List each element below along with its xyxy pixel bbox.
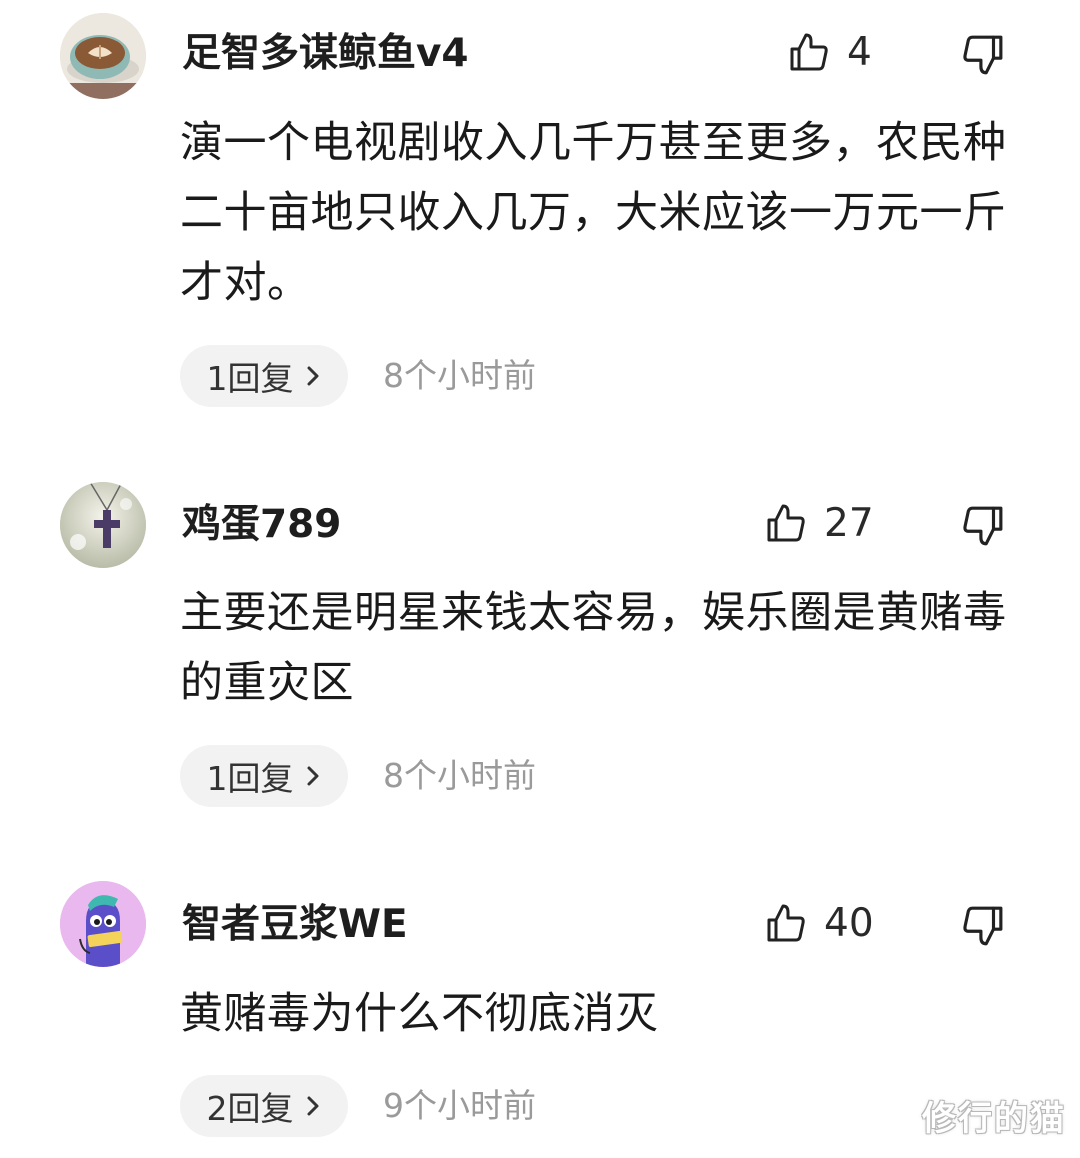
reply-count: 2回复 (206, 1089, 294, 1128)
dislike-button[interactable] (962, 34, 1004, 80)
cartoon-character-icon (60, 881, 146, 967)
chevron-right-icon (307, 366, 318, 386)
username[interactable]: 智者豆浆WE (182, 905, 408, 944)
avatar[interactable] (60, 881, 146, 967)
reply-button[interactable]: 1回复 (180, 745, 348, 807)
username[interactable]: 足智多谋鲸鱼v4 (182, 34, 469, 73)
like-button[interactable]: 27 (766, 503, 874, 543)
thumbs-up-icon (790, 33, 828, 71)
like-count: 4 (847, 29, 872, 75)
chevron-right-icon (307, 1096, 318, 1116)
like-count: 40 (824, 900, 874, 946)
timestamp: 9个小时前 (383, 1086, 536, 1125)
thumbs-down-icon (963, 506, 1003, 546)
avatar[interactable] (60, 13, 146, 99)
reply-button[interactable]: 1回复 (180, 345, 348, 407)
comment-text: 演一个电视剧收入几千万甚至更多，农民种二十亩地只收入几万，大米应该一万元一斤才对… (180, 118, 1007, 308)
like-count: 27 (824, 500, 874, 546)
watermark: 修行的猫 (922, 1099, 1066, 1139)
cross-pendant-icon (60, 482, 146, 568)
username[interactable]: 鸡蛋789 (182, 505, 341, 544)
timestamp: 8个小时前 (383, 356, 536, 395)
thumbs-up-icon (767, 504, 805, 542)
thumbs-down-icon (963, 906, 1003, 946)
reply-count: 1回复 (206, 359, 294, 398)
like-button[interactable]: 4 (789, 32, 872, 72)
dislike-button[interactable] (962, 905, 1004, 951)
comment-text: 黄赌毒为什么不彻底消灭 (180, 989, 659, 1039)
coffee-cup-icon (60, 13, 146, 99)
timestamp: 8个小时前 (383, 756, 536, 795)
reply-count: 1回复 (206, 759, 294, 798)
reply-button[interactable]: 2回复 (180, 1075, 348, 1137)
thumbs-down-icon (963, 35, 1003, 75)
thumbs-up-icon (767, 904, 805, 942)
avatar[interactable] (60, 482, 146, 568)
dislike-button[interactable] (962, 505, 1004, 551)
like-button[interactable]: 40 (766, 903, 874, 943)
chevron-right-icon (307, 766, 318, 786)
comment-text: 主要还是明星来钱太容易，娱乐圈是黄赌毒的重灾区 (180, 588, 1007, 708)
